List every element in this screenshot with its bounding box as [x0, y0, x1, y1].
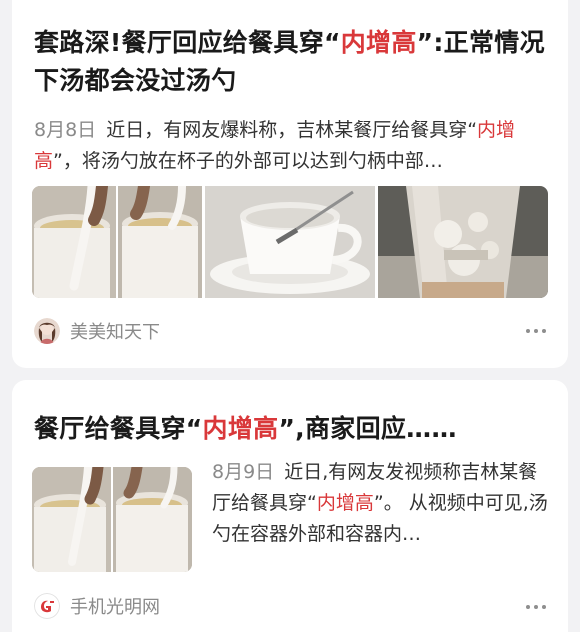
source-info[interactable]: 手机光明网 [34, 593, 160, 619]
title-highlight: 内增高 [340, 28, 417, 57]
iced-drink-photo[interactable] [378, 186, 548, 298]
news-feed: 套路深!餐厅回应给餐具穿“内增高”:正常情况下汤都会没过汤勺 8月8日 近日，有网… [0, 0, 580, 632]
publish-date: 8月9日 [212, 461, 275, 483]
source-info[interactable]: 美美知天下 [34, 318, 160, 344]
publish-date: 8月8日 [34, 119, 97, 141]
source-name[interactable]: 美美知天下 [70, 318, 160, 344]
soup-cup-photo[interactable] [32, 467, 192, 572]
news-card[interactable]: 餐厅给餐具穿“内增高”,商家回应…… 8月9日 近日,有网友发视频称吉林某餐厅给餐… [12, 380, 568, 632]
article-snippet: 8月9日 近日,有网友发视频称吉林某餐厅给餐具穿“内增高”。 从视频中可见,汤勺在… [212, 461, 548, 545]
more-dots-icon[interactable] [526, 602, 546, 612]
image-strip[interactable] [32, 186, 548, 298]
title-text: ”,商家回应…… [278, 414, 457, 443]
cup-and-saucer-photo[interactable] [205, 186, 375, 298]
article-title[interactable]: 套路深!餐厅回应给餐具穿“内增高”:正常情况下汤都会没过汤勺 [34, 24, 550, 100]
source-avatar[interactable] [34, 318, 60, 344]
soup-cup-photo[interactable] [32, 186, 202, 298]
source-name[interactable]: 手机光明网 [70, 593, 160, 619]
article-snippet: 8月8日 近日，有网友爆料称，吉林某餐厅给餐具穿“内增高”，将汤勺放在杯子的外部可… [34, 119, 516, 172]
article-title[interactable]: 餐厅给餐具穿“内增高”,商家回应…… [34, 410, 550, 448]
title-text: 餐厅给餐具穿“ [34, 414, 203, 443]
title-text: 套路深!餐厅回应给餐具穿“ [34, 28, 341, 57]
snippet-highlight: 内增高 [316, 492, 374, 514]
title-highlight: 内增高 [202, 414, 279, 443]
more-dots-icon[interactable] [526, 326, 546, 336]
source-logo[interactable] [34, 593, 60, 619]
news-card[interactable]: 套路深!餐厅回应给餐具穿“内增高”:正常情况下汤都会没过汤勺 8月8日 近日，有网… [12, 0, 568, 368]
